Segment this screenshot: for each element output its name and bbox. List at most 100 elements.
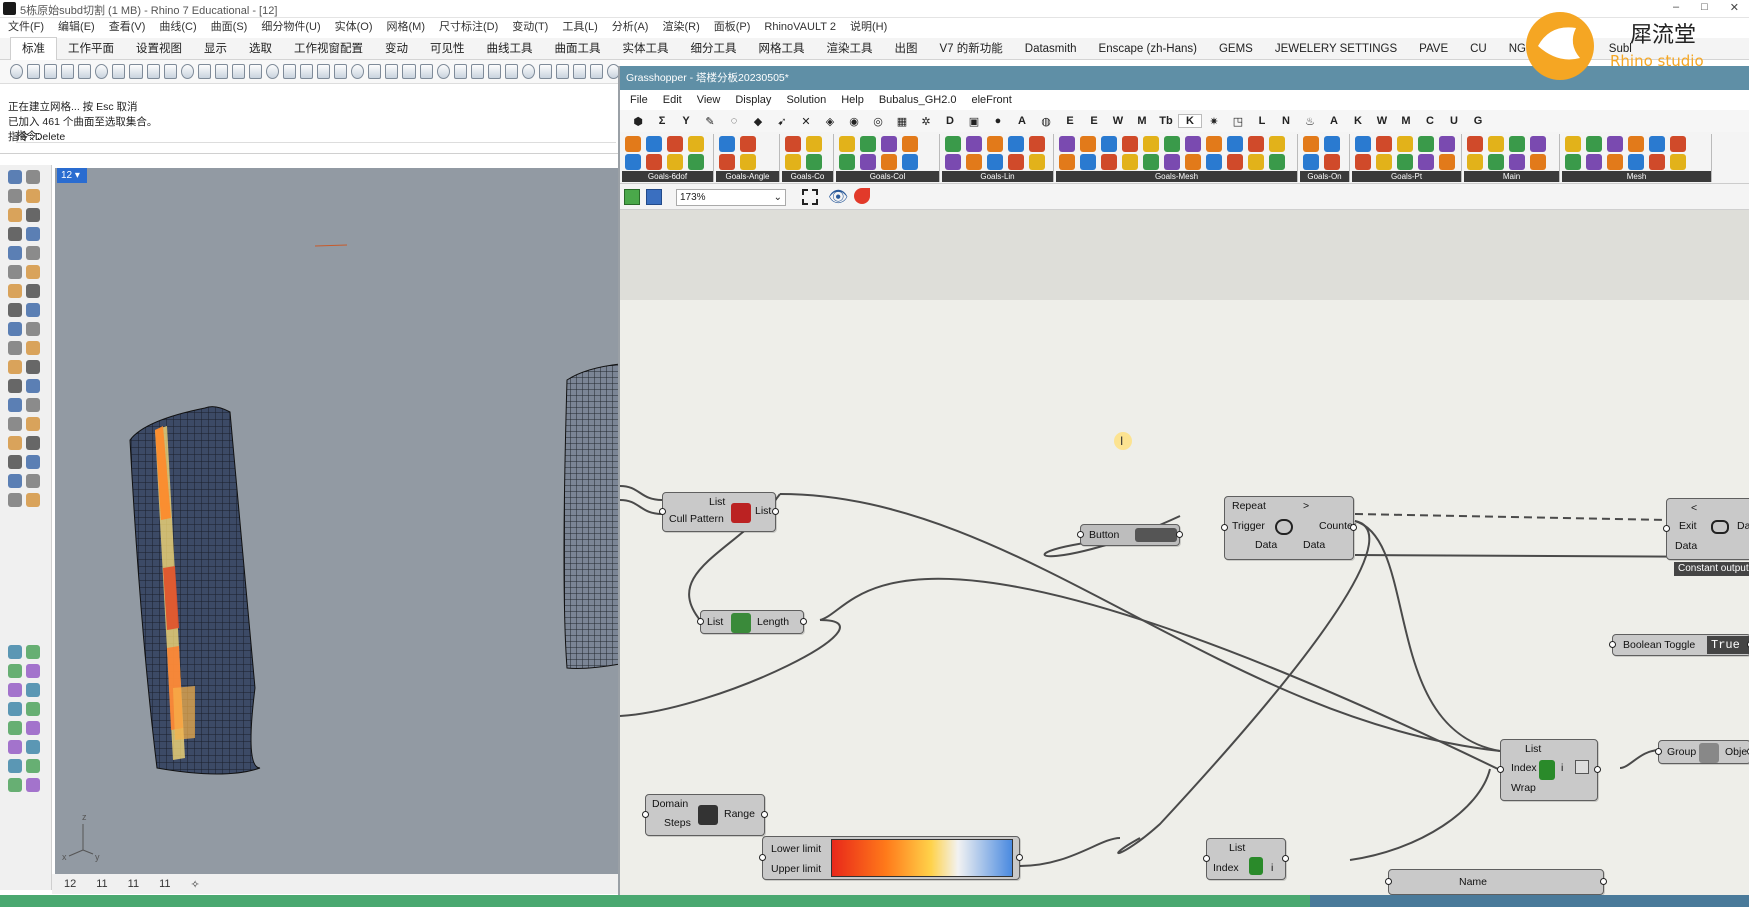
menu-item-14[interactable]: RhinoVAULT 2 (764, 18, 836, 36)
gh-menu-item-0[interactable]: File (630, 94, 648, 106)
component-icon[interactable] (1467, 154, 1483, 170)
gh-tab-19[interactable]: E (1082, 115, 1106, 127)
side-tool-icon[interactable] (26, 474, 40, 488)
component-icon[interactable] (1008, 154, 1024, 170)
param-pin[interactable] (1655, 748, 1662, 755)
component-icon[interactable] (881, 154, 897, 170)
side-tool-icon[interactable] (8, 778, 22, 792)
toolbar-tool-icon[interactable] (231, 64, 245, 79)
zoom-input[interactable]: 173% ⌄ (676, 189, 786, 206)
gh-menu-item-7[interactable]: eleFront (972, 94, 1012, 106)
menu-item-11[interactable]: 分析(A) (612, 18, 649, 36)
component-icon[interactable] (1628, 136, 1644, 152)
component-icon[interactable] (1227, 154, 1243, 170)
toolbar-tool-icon[interactable] (78, 64, 92, 79)
side-tool-icon[interactable] (8, 417, 22, 431)
toolbar-tool-icon[interactable] (283, 64, 297, 79)
expand-icon[interactable] (1575, 760, 1589, 774)
toolbar-tool-icon[interactable] (453, 64, 467, 79)
component-icon[interactable] (1586, 154, 1602, 170)
side-tool-icon[interactable] (8, 398, 22, 412)
component-icon[interactable] (945, 154, 961, 170)
component-icon[interactable] (1164, 136, 1180, 152)
loop-exit-component[interactable]: < Exit Data Data (1663, 498, 1749, 560)
toolbar-tool-icon[interactable] (27, 64, 41, 79)
menu-item-9[interactable]: 变动(T) (512, 18, 548, 36)
gh-tab-30[interactable]: K (1346, 115, 1370, 127)
rhino-tab-5[interactable]: 工作视窗配置 (283, 38, 374, 60)
component-icon[interactable] (1607, 136, 1623, 152)
list-item-component[interactable]: List Index Wrap i (1497, 739, 1601, 801)
component-icon[interactable] (1565, 136, 1581, 152)
component-icon[interactable] (1008, 136, 1024, 152)
side-tool-icon[interactable] (26, 284, 40, 298)
side-tool-icon[interactable] (26, 208, 40, 222)
side-tool-icon[interactable] (8, 227, 22, 241)
component-icon[interactable] (667, 136, 683, 152)
viewport-status-tab-1[interactable]: 11 (96, 878, 107, 890)
menu-item-6[interactable]: 实体(O) (335, 18, 373, 36)
open-file-icon[interactable] (624, 189, 640, 205)
side-tool-icon[interactable] (26, 246, 40, 260)
viewport-status-tab-0[interactable]: 12 (64, 878, 76, 890)
component-icon[interactable] (1143, 136, 1159, 152)
component-icon[interactable] (1509, 154, 1525, 170)
component-icon[interactable] (1439, 136, 1455, 152)
param-pin[interactable] (759, 854, 766, 861)
side-tool-icon[interactable] (8, 759, 22, 773)
component-icon[interactable] (1565, 154, 1581, 170)
menu-item-1[interactable]: 编辑(E) (58, 18, 95, 36)
component-icon[interactable] (1649, 136, 1665, 152)
gh-tab-2[interactable]: Y (674, 115, 698, 127)
component-icon[interactable] (1397, 154, 1413, 170)
param-pin[interactable] (697, 618, 704, 625)
component-icon[interactable] (1376, 136, 1392, 152)
grasshopper-canvas[interactable]: List Cull Pattern List List Length Butto… (620, 210, 1749, 895)
rhino-tab-20[interactable]: PAVE (1408, 38, 1459, 60)
rhino-viewport[interactable]: 12 ▾ z x y (55, 168, 621, 874)
component-icon[interactable] (1649, 154, 1665, 170)
side-tool-icon[interactable] (8, 170, 22, 184)
menu-item-12[interactable]: 渲染(R) (662, 18, 699, 36)
component-icon[interactable] (945, 136, 961, 152)
component-icon[interactable] (987, 136, 1003, 152)
component-icon[interactable] (1324, 136, 1340, 152)
gh-tab-1[interactable]: Σ (650, 115, 674, 127)
rhino-tab-18[interactable]: GEMS (1208, 38, 1264, 60)
toolbar-tool-icon[interactable] (129, 64, 143, 79)
gh-tab-20[interactable]: W (1106, 115, 1130, 127)
rhino-tab-21[interactable]: CU (1459, 38, 1498, 60)
command-prompt-input[interactable]: 指令: (16, 129, 616, 143)
component-icon[interactable] (1439, 154, 1455, 170)
gh-tab-3[interactable]: ✎ (698, 115, 722, 128)
component-icon[interactable] (1303, 136, 1319, 152)
rhino-tab-6[interactable]: 变动 (374, 38, 419, 60)
gh-tab-34[interactable]: U (1442, 115, 1466, 127)
side-tool-icon[interactable] (8, 341, 22, 355)
component-icon[interactable] (1185, 154, 1201, 170)
component-icon[interactable] (1670, 136, 1686, 152)
component-icon[interactable] (1467, 136, 1483, 152)
component-icon[interactable] (1101, 136, 1117, 152)
menu-item-13[interactable]: 面板(P) (714, 18, 751, 36)
component-icon[interactable] (1206, 136, 1222, 152)
component-icon[interactable] (1248, 136, 1264, 152)
side-tool-icon[interactable] (26, 379, 40, 393)
gh-tab-7[interactable]: ✕ (794, 115, 818, 128)
rhino-tab-8[interactable]: 曲线工具 (476, 38, 544, 60)
toggle-value[interactable]: True (1707, 636, 1749, 654)
component-icon[interactable] (785, 154, 801, 170)
gh-tab-24[interactable]: ✷ (1202, 115, 1226, 128)
component-icon[interactable] (1670, 154, 1686, 170)
gh-menu-item-3[interactable]: Display (735, 94, 771, 106)
side-tool-icon[interactable] (26, 170, 40, 184)
gh-tab-10[interactable]: ◎ (866, 115, 890, 128)
side-tool-icon[interactable] (8, 436, 22, 450)
name-component[interactable]: Name (1385, 869, 1607, 895)
component-icon[interactable] (1303, 154, 1319, 170)
side-tool-icon[interactable] (8, 360, 22, 374)
param-pin[interactable] (1385, 878, 1392, 885)
component-icon[interactable] (1355, 154, 1371, 170)
toolbar-tool-icon[interactable] (538, 64, 552, 79)
gh-tab-21[interactable]: M (1130, 115, 1154, 127)
